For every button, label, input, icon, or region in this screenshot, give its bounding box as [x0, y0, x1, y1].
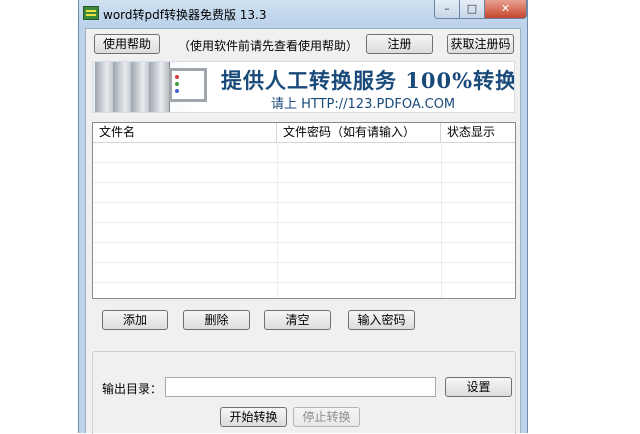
row-divider — [93, 262, 515, 263]
whiteboard-graphic — [169, 68, 207, 102]
app-window: word转pdf转换器免费版 13.3 – □ ✕ 使用帮助 （使用软件前请先查… — [78, 0, 528, 434]
enter-password-button[interactable]: 输入密码 — [348, 310, 415, 330]
clear-button[interactable]: 清空 — [264, 310, 331, 330]
minimize-button[interactable]: – — [434, 0, 460, 19]
row-divider — [93, 282, 515, 283]
register-button[interactable]: 注册 — [366, 34, 433, 54]
window-title: word转pdf转换器免费版 13.3 — [103, 8, 267, 22]
help-button[interactable]: 使用帮助 — [94, 34, 160, 54]
row-divider — [93, 222, 515, 223]
start-conversion-button[interactable]: 开始转换 — [220, 407, 287, 427]
row-divider — [93, 182, 515, 183]
column-divider — [441, 142, 442, 298]
table-header: 文件名 文件密码（如有请输入） 状态显示 — [93, 123, 515, 143]
column-divider — [277, 142, 278, 298]
column-header-filename[interactable]: 文件名 — [93, 123, 277, 142]
app-icon — [83, 6, 99, 20]
client-area: 使用帮助 （使用软件前请先查看使用帮助） 注册 获取注册码 提供人工转换服务 1… — [85, 28, 521, 434]
banner-headline: 提供人工转换服务 100%转换 — [221, 68, 515, 93]
board-dot — [175, 89, 179, 93]
help-hint: （使用软件前请先查看使用帮助） — [178, 39, 359, 53]
column-header-password[interactable]: 文件密码（如有请输入） — [277, 123, 441, 142]
row-divider — [93, 162, 515, 163]
delete-button[interactable]: 删除 — [183, 310, 250, 330]
get-registration-code-button[interactable]: 获取注册码 — [447, 34, 514, 54]
column-header-status[interactable]: 状态显示 — [441, 123, 515, 142]
board-dot — [175, 75, 179, 79]
output-dir-input[interactable] — [165, 377, 436, 397]
settings-button[interactable]: 设置 — [445, 377, 512, 397]
row-divider — [93, 202, 515, 203]
banner-subline: 请上 HTTP://123.PDFOA.COM — [271, 97, 456, 112]
board-dot — [175, 82, 179, 86]
title-bar[interactable]: word转pdf转换器免费版 13.3 – □ ✕ — [79, 0, 527, 28]
maximize-button[interactable]: □ — [460, 0, 485, 19]
row-divider — [93, 242, 515, 243]
output-dir-label: 输出目录： — [102, 382, 163, 396]
add-button[interactable]: 添加 — [102, 310, 168, 330]
stop-conversion-button[interactable]: 停止转换 — [293, 407, 360, 427]
output-settings-group: 输出目录： 设置 开始转换 停止转换 — [92, 351, 516, 434]
promo-banner: 提供人工转换服务 100%转换 请上 HTTP://123.PDFOA.COM — [92, 61, 515, 113]
file-list-table[interactable]: 文件名 文件密码（如有请输入） 状态显示 — [92, 122, 516, 299]
close-button[interactable]: ✕ — [485, 0, 527, 19]
binder-graphic — [149, 62, 170, 112]
